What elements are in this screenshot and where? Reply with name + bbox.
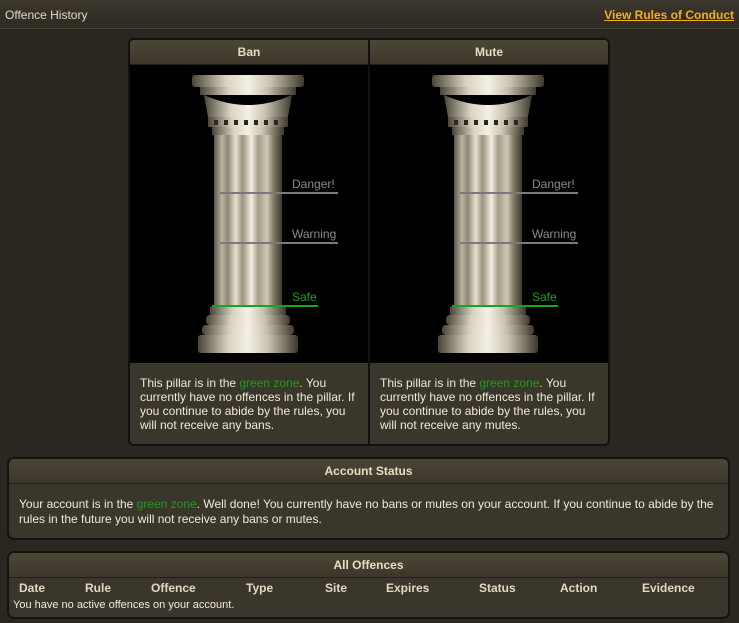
empty-offences-message: You have no active offences on your acco… (13, 599, 235, 611)
all-offences-title: All Offences (9, 553, 728, 578)
col-site: Site (325, 580, 348, 595)
mute-pillar-description: This pillar is in the green zone. You cu… (380, 376, 595, 432)
danger-label: Danger! (532, 177, 575, 191)
danger-label: Danger! (292, 177, 335, 191)
offences-header-row: Date Rule Offence Type Site Expires Stat… (9, 578, 728, 597)
ban-pillar-description: This pillar is in the green zone. You cu… (140, 376, 355, 432)
col-type: Type (246, 580, 274, 595)
col-action: Action (560, 580, 598, 595)
pillar-graphic: Danger! Warning Safe (192, 75, 338, 353)
mute-pillar-title: Mute (370, 40, 608, 65)
all-offences-panel: All Offences Date Rule Offence Type Site… (7, 551, 730, 619)
warning-label: Warning (532, 227, 576, 241)
mute-pillar-image: Danger! Warning Safe (370, 65, 608, 363)
col-expires: Expires (386, 580, 430, 595)
safe-label: Safe (532, 290, 557, 304)
page-title: Offence History (5, 8, 88, 22)
table-row: You have no active offences on your acco… (9, 597, 728, 613)
account-status-text: Your account is in the green zone. Well … (19, 497, 714, 526)
col-offence: Offence (151, 580, 196, 595)
ban-pillar-title: Ban (130, 40, 368, 65)
safe-label: Safe (292, 290, 317, 304)
account-status-title: Account Status (9, 459, 728, 484)
col-status: Status (479, 580, 516, 595)
col-rule: Rule (85, 580, 112, 595)
pillar-graphic: Danger! Warning Safe (432, 75, 578, 353)
col-date: Date (19, 580, 46, 595)
green-zone-text: green zone (136, 497, 197, 511)
mute-pillar: Mute Danger! Warning Safe This pillar is… (370, 40, 608, 444)
green-zone-text: green zone (239, 376, 300, 390)
account-status-panel: Account Status Your account is in the gr… (7, 457, 730, 540)
view-rules-link[interactable]: View Rules of Conduct (604, 8, 734, 22)
col-evidence: Evidence (642, 580, 695, 595)
ban-pillar-image: Danger! Warning Safe (130, 65, 368, 363)
offences-table: Date Rule Offence Type Site Expires Stat… (9, 578, 728, 613)
green-zone-text: green zone (479, 376, 540, 390)
pillars-panel: Ban Danger! Warning Safe This pillar is … (128, 38, 610, 446)
ban-pillar: Ban Danger! Warning Safe This pillar is … (130, 40, 368, 444)
top-bar: Offence History View Rules of Conduct (0, 0, 739, 29)
warning-label: Warning (292, 227, 336, 241)
